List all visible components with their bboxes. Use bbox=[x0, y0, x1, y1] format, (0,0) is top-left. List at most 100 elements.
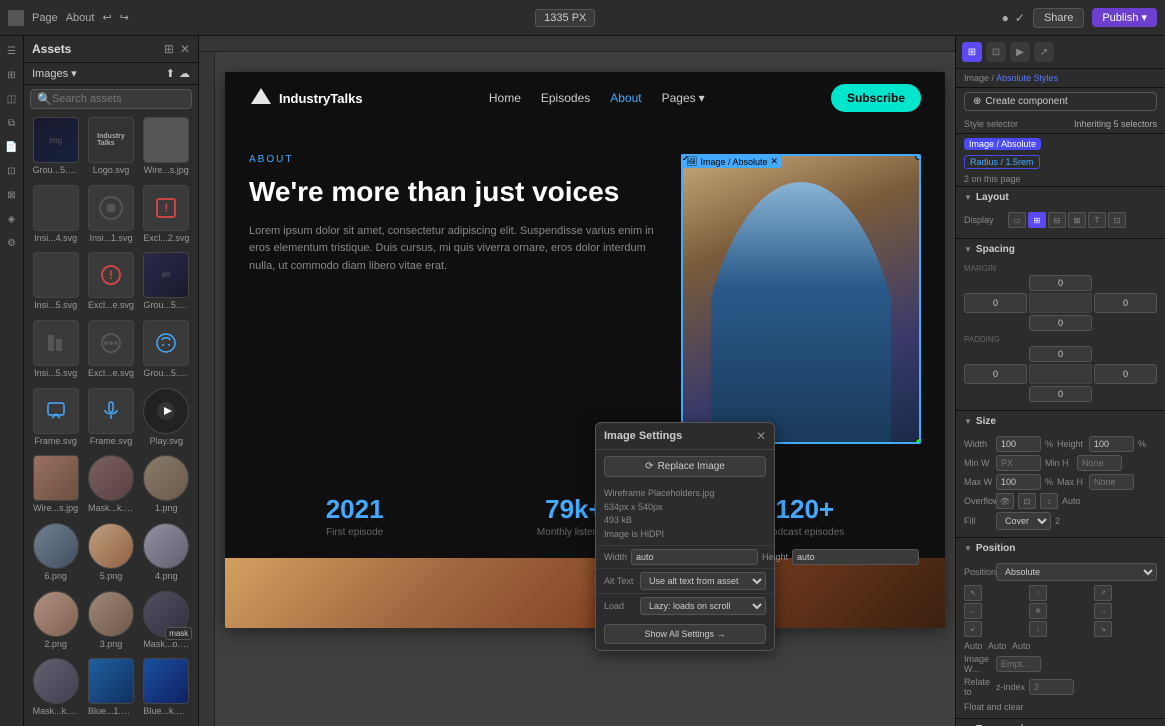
list-item[interactable]: Insi...1.svg bbox=[85, 185, 136, 249]
about-image-wrap[interactable]: 🖼Image / Absolute✕ bbox=[681, 154, 921, 444]
height-size-input[interactable] bbox=[1089, 436, 1134, 452]
list-item[interactable]: IndustryTalks Logo.svg bbox=[85, 117, 136, 181]
position-select[interactable]: Absolute bbox=[996, 563, 1157, 581]
list-item[interactable]: 6.png bbox=[30, 523, 81, 587]
pos-tl[interactable]: ↖ bbox=[964, 585, 982, 601]
subscribe-button[interactable]: Subscribe bbox=[831, 84, 921, 112]
interact-icon[interactable]: ↗ bbox=[1034, 42, 1054, 62]
z-input[interactable] bbox=[1029, 679, 1074, 695]
overflow-hidden-btn[interactable]: ⊡ bbox=[1018, 493, 1036, 509]
margin-bottom-input[interactable] bbox=[1029, 315, 1092, 331]
list-item[interactable]: Mask...k.jpg bbox=[30, 658, 81, 722]
min-h-input[interactable] bbox=[1077, 455, 1122, 471]
pages-icon[interactable]: 📄 bbox=[3, 138, 21, 156]
layers-icon[interactable]: ⊞ bbox=[3, 66, 21, 84]
pos-bc[interactable]: ↓ bbox=[1029, 621, 1047, 637]
spacing-section-header[interactable]: ▼ Spacing bbox=[956, 238, 1165, 260]
list-item[interactable]: Frame.svg bbox=[85, 388, 136, 452]
height-input[interactable] bbox=[792, 549, 919, 565]
overflow-visible-btn[interactable]: 👁 bbox=[996, 493, 1014, 509]
redo-icon[interactable]: ↪ bbox=[120, 11, 129, 24]
list-item[interactable]: Insi...5.svg bbox=[30, 320, 81, 384]
radius-tag[interactable]: Radius / 1.5rem bbox=[964, 155, 1040, 169]
list-item[interactable]: Grou...5.png bbox=[141, 320, 192, 384]
app-logo[interactable] bbox=[8, 10, 24, 26]
display-text-btn[interactable]: T bbox=[1088, 212, 1106, 228]
margin-left-input[interactable] bbox=[964, 293, 1027, 313]
list-item[interactable]: Blue...k.png bbox=[141, 658, 192, 722]
overflow-scroll-btn[interactable]: ↕ bbox=[1040, 493, 1058, 509]
list-item[interactable]: Frame.svg bbox=[30, 388, 81, 452]
list-item[interactable]: grp Grou...5.png bbox=[141, 252, 192, 316]
width-input[interactable] bbox=[631, 549, 758, 565]
corner-handle-tr[interactable] bbox=[915, 154, 921, 160]
pos-br[interactable]: ↘ bbox=[1094, 621, 1112, 637]
show-all-settings-button[interactable]: Show All Settings → bbox=[604, 624, 766, 644]
pos-mc[interactable]: ⊕ bbox=[1029, 603, 1047, 619]
fill-select[interactable]: Cover bbox=[996, 512, 1051, 530]
style-tag[interactable]: Image / Absolute bbox=[964, 138, 1041, 150]
pos-ml[interactable]: ← bbox=[964, 603, 982, 619]
cloud-icon[interactable]: ☁ bbox=[179, 67, 190, 80]
assets-icon[interactable]: ◫ bbox=[3, 90, 21, 108]
nav-episodes[interactable]: Episodes bbox=[541, 91, 590, 105]
pos-mr[interactable]: → bbox=[1094, 603, 1112, 619]
image-w-input[interactable] bbox=[996, 656, 1041, 672]
margin-right-input[interactable] bbox=[1094, 293, 1157, 313]
list-item[interactable]: 5.png bbox=[85, 523, 136, 587]
style-icon[interactable]: ⊞ bbox=[962, 42, 982, 62]
margin-top-input[interactable] bbox=[1029, 275, 1092, 291]
list-item[interactable]: Play.svg bbox=[141, 388, 192, 452]
display-flex-btn[interactable]: ⊞ bbox=[1028, 212, 1046, 228]
alt-select[interactable]: Use alt text from asset bbox=[640, 572, 766, 590]
list-item[interactable]: Mask...k.jpg bbox=[85, 455, 136, 519]
display-none-btn[interactable]: ⊠ bbox=[1068, 212, 1086, 228]
max-h-input[interactable] bbox=[1089, 474, 1134, 490]
animate-icon[interactable]: ▶ bbox=[1010, 42, 1030, 62]
display-block-btn[interactable]: ▭ bbox=[1008, 212, 1026, 228]
layout-section-header[interactable]: ▼ Layout bbox=[956, 186, 1165, 208]
modal-close-button[interactable]: ✕ bbox=[756, 429, 766, 443]
logic-icon[interactable]: ◈ bbox=[3, 210, 21, 228]
settings-icon[interactable]: ⚙ bbox=[3, 234, 21, 252]
display-other-btn[interactable]: ⊡ bbox=[1108, 212, 1126, 228]
search-bar[interactable]: 🔍 bbox=[30, 89, 192, 109]
pos-bl[interactable]: ↙ bbox=[964, 621, 982, 637]
list-item[interactable]: Insi...5.svg bbox=[30, 252, 81, 316]
padding-right-input[interactable] bbox=[1094, 364, 1157, 384]
typography-section-header[interactable]: ▼ Typography bbox=[956, 718, 1165, 726]
list-item[interactable]: 3.png bbox=[85, 591, 136, 655]
padding-top-input[interactable] bbox=[1029, 346, 1092, 362]
replace-image-button[interactable]: ⟳ Replace Image bbox=[604, 456, 766, 477]
list-item[interactable]: 2.png bbox=[30, 591, 81, 655]
share-button[interactable]: Share bbox=[1033, 8, 1084, 28]
pos-tr[interactable]: ↗ bbox=[1094, 585, 1112, 601]
list-item[interactable]: ! Excl...2.svg bbox=[141, 185, 192, 249]
list-item[interactable]: img Grou...5.png bbox=[30, 117, 81, 181]
list-item[interactable]: Wire...s.jpg bbox=[30, 455, 81, 519]
search-input[interactable] bbox=[52, 93, 185, 105]
ecommerce-icon[interactable]: ⊠ bbox=[3, 186, 21, 204]
list-item[interactable]: mask Mask...o.jpg bbox=[141, 591, 192, 655]
width-size-input[interactable] bbox=[996, 436, 1041, 452]
padding-left-input[interactable] bbox=[964, 364, 1027, 384]
undo-icon[interactable]: ↩ bbox=[102, 11, 111, 24]
upload-icon[interactable]: ⬆ bbox=[166, 67, 175, 80]
layout-icon[interactable]: ⊡ bbox=[986, 42, 1006, 62]
menu-icon[interactable]: ☰ bbox=[3, 42, 21, 60]
list-item[interactable]: 4.png bbox=[141, 523, 192, 587]
list-item[interactable]: ! Excl...e.svg bbox=[85, 252, 136, 316]
load-select[interactable]: Lazy: loads on scroll bbox=[640, 597, 766, 615]
components-icon[interactable]: ⧉ bbox=[3, 114, 21, 132]
grid-icon[interactable]: ⊞ bbox=[164, 42, 174, 56]
position-section-header[interactable]: ▼ Position bbox=[956, 537, 1165, 559]
close-icon[interactable]: ✕ bbox=[180, 42, 190, 56]
cms-icon[interactable]: ⊡ bbox=[3, 162, 21, 180]
publish-button[interactable]: Publish ▾ bbox=[1092, 8, 1157, 27]
list-item[interactable]: Insi...4.svg bbox=[30, 185, 81, 249]
nav-home[interactable]: Home bbox=[489, 91, 521, 105]
create-component-button[interactable]: ⊕ Create component bbox=[964, 92, 1157, 111]
pos-tc[interactable]: ↑ bbox=[1029, 585, 1047, 601]
size-section-header[interactable]: ▼ Size bbox=[956, 410, 1165, 432]
nav-pages[interactable]: Pages ▾ bbox=[662, 91, 705, 105]
